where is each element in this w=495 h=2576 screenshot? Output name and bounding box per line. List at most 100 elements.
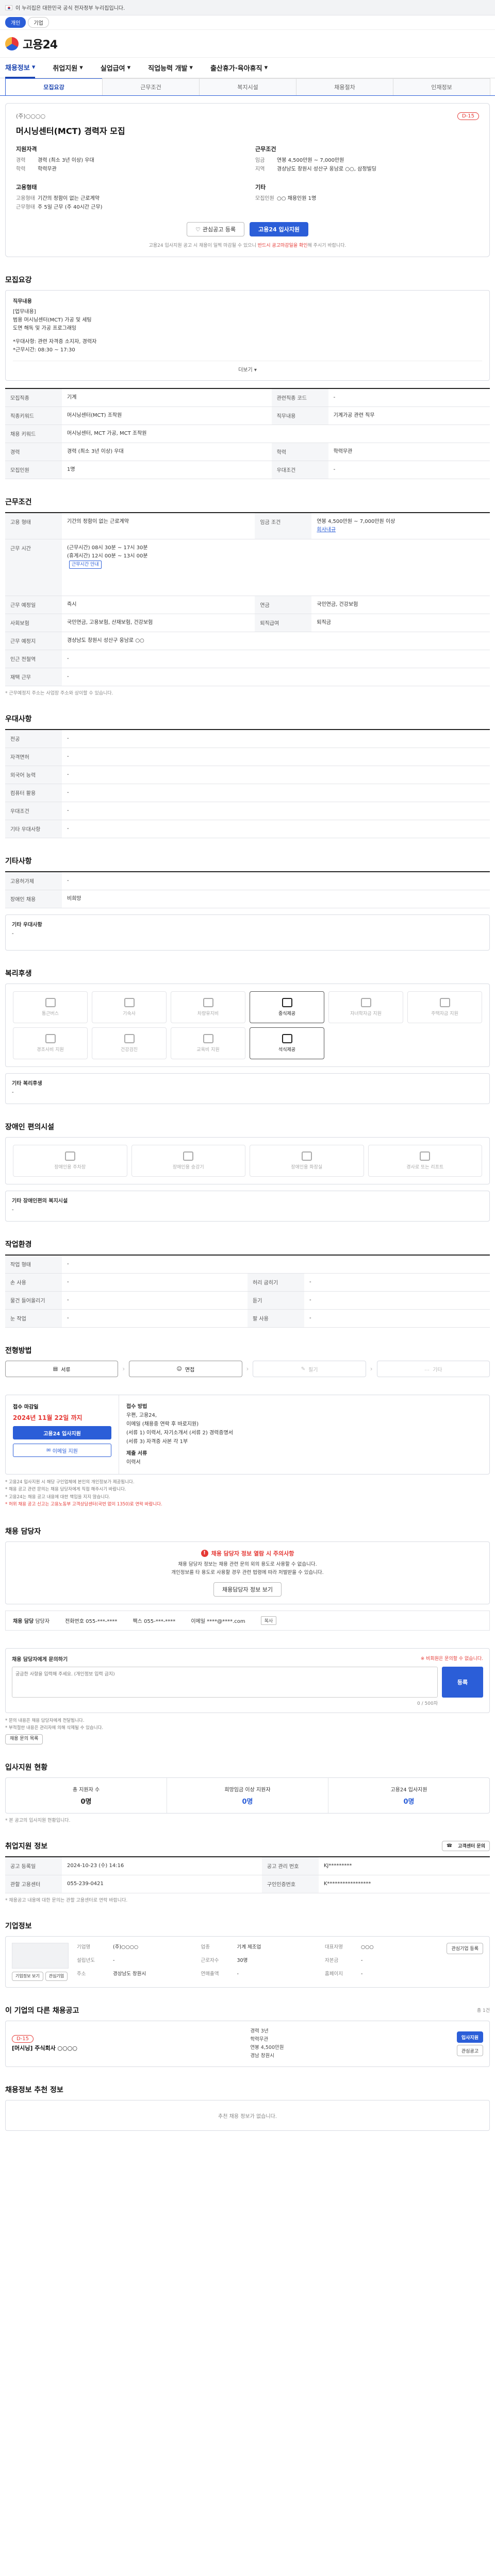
welfare-item: 통근버스: [13, 991, 88, 1023]
agency-table: 공고 등록일 2024-10-23 (수) 14:16 공고 관리 번호 KJ****…: [5, 1856, 490, 1893]
email-apply-button[interactable]: ✉ 이메일 지원: [13, 1444, 111, 1457]
nav-item-support[interactable]: 취업지원 ▾: [53, 63, 82, 73]
etc-icon: …: [424, 1366, 430, 1372]
mail-icon: ✉: [46, 1447, 51, 1453]
recruit-table: 모집직종 기계 관련직종 코드 - 직종키워드 머시닝센터(MCT) 조작원 직무내용 기계…: [5, 388, 490, 479]
welfare-label: 경조사비 지원: [37, 1047, 64, 1053]
tab-talent[interactable]: 인재정보: [393, 78, 490, 95]
facility-label: 경사로 또는 리프트: [406, 1165, 444, 1170]
welfare-item: 건강검진: [92, 1027, 167, 1059]
document-icon: ▤: [53, 1366, 58, 1372]
show-contact-button[interactable]: 채용담당자 정보 보기: [213, 1582, 282, 1597]
company-logo: [12, 1942, 69, 1969]
user-type-business[interactable]: 기업: [28, 17, 49, 28]
warning-icon: !: [201, 1549, 208, 1557]
customer-center-button[interactable]: ☎ 고객센터 문의: [441, 1840, 490, 1851]
copy-button[interactable]: 복사: [260, 1616, 277, 1625]
apply-button-2[interactable]: 고용24 입사지원: [13, 1426, 111, 1439]
chevron-down-icon: ▾: [127, 64, 131, 72]
tab-welfare[interactable]: 복지시설: [199, 78, 296, 95]
employment-block: 고용형태 고용형태 기간의 정함이 없는 근로계약 근무형태 주 5일 근무 (주 …: [16, 184, 103, 210]
welfare-icons: 통근버스 기숙사 차량유지비 중식제공 자녀학자금 지원 주택자금 지원 경조사비 지원 건강…: [13, 991, 482, 1059]
work-hours-tag[interactable]: 근무시간 안내: [69, 561, 102, 569]
tab-work[interactable]: 근무조건: [102, 78, 200, 95]
prefer-table: 전공 - 자격면허 - 외국어 능력 - 컴퓨터 활용 - 우대조건 - 기타 우대사항 -: [5, 729, 490, 838]
welfare-memo: 기타 복리후생 -: [5, 1073, 490, 1104]
recommend-section: 채용정보 추천 정보 추천 채용 정보가 없습니다.: [5, 2084, 490, 2131]
gov-banner: 이 누리집은 대한민국 공식 전자정부 누리집입니다.: [0, 0, 495, 15]
applicants-section: 입사지원 현황 총 지원자 수 0명 희망임금 이상 지원자 0명 고용24 입사지…: [5, 1762, 490, 1823]
wage-info-link[interactable]: 회사내규: [317, 527, 336, 533]
apply-section: 접수 마감일 2024년 11월 22일 까지 고용24 입사지원 ✉ 이메일 …: [5, 1395, 490, 1509]
contact-warning: ! 채용 담당자 정보 열람 시 주의사항 채용 담당자 정보는 채용 관련 문의…: [5, 1541, 490, 1605]
fav-company-button[interactable]: 관심기업: [45, 1971, 68, 1981]
accessibility-icon: [64, 1151, 75, 1161]
work-section: 근무조건 고용 형태 기간의 정함이 없는 근로계약 임금 조건 연봉 4,500만원…: [5, 497, 490, 696]
recruit-section: 모집요강 직무내용 [업무내용] 범용 머시닝센터(MCT) 가공 및 세팅 도…: [5, 275, 490, 479]
qualification-block: 지원자격 경력 경력 (최소 3년 이상) 우대 학력 학력무관: [16, 146, 94, 172]
welfare-icon: [45, 1034, 56, 1043]
other-job-apply-button[interactable]: 입사지원: [456, 2031, 483, 2043]
welfare-icon: [45, 998, 56, 1007]
section-title: 채용정보 추천 정보: [5, 2086, 63, 2095]
section-title: 입사지원 현황: [5, 1763, 48, 1772]
tab-recruit[interactable]: 모집요강: [5, 78, 103, 95]
welfare-label: 교육비 지원: [196, 1047, 220, 1053]
contact-info-row: 채용 담당 담당자 전화번호 055-***-**** 팩스 055-***-*…: [5, 1611, 490, 1631]
user-type-personal[interactable]: 개인: [5, 17, 26, 28]
disability-section: 장애인 편의시설 장애인용 주차장 장애인용 승강기 장애인용 화장실 경사로 또는 …: [5, 1122, 490, 1222]
char-count: 0 / 500자: [417, 1701, 438, 1707]
welfare-icon: [203, 1034, 213, 1043]
logo-icon[interactable]: [5, 37, 19, 50]
nav-item-training[interactable]: 직업능력 개발 ▾: [148, 63, 193, 73]
section-title: 기업정보: [5, 1922, 32, 1930]
env-table: 작업 형태 - 손 사용 - 허리 굽히기 - 물건 들어올리기 - 듣기 - 눈 작업 - 팔 …: [5, 1255, 490, 1328]
facility-item: 경사로 또는 리프트: [368, 1145, 482, 1177]
company-info-button[interactable]: 기업정보 보기: [12, 1971, 43, 1981]
inquiry-input[interactable]: [12, 1667, 438, 1698]
interview-icon: ☺: [176, 1366, 182, 1372]
company-name[interactable]: (주)○○○○: [16, 112, 45, 120]
section-title: 채용 담당자: [5, 1527, 41, 1536]
other-section: 기타사항 고용허가제 - 장애인 채용 비희망 기타 우대사항 -: [5, 856, 490, 951]
nav-item-leave[interactable]: 출산휴가·육아휴직 ▾: [210, 63, 268, 73]
process-steps: ▤ 서류 › ☺ 면접 › ✎ 필기 › … 기타: [5, 1361, 490, 1377]
chevron-down-icon: ▾: [254, 367, 257, 373]
other-job-save-button[interactable]: 관심공고: [456, 2045, 483, 2057]
welfare-section: 복리후생 통근버스 기숙사 차량유지비 중식제공 자녀학자금 지원 주택자금 지원 경조사비…: [5, 968, 490, 1104]
welfare-label: 석식제공: [278, 1047, 296, 1053]
agency-section: 취업지원 정보 ☎ 고객센터 문의 공고 등록일 2024-10-23 (수) 14…: [5, 1840, 490, 1903]
inquiry-list-button[interactable]: 채용 문의 목록: [5, 1734, 43, 1744]
step-interview: ☺ 면접: [129, 1361, 242, 1377]
other-job-card[interactable]: D-15 [머시닝] 주식회사 ○○○○ 경력 3년 학력무관 연봉 4,500…: [5, 2020, 490, 2067]
section-title: 이 기업의 다른 채용공고: [5, 2006, 79, 2015]
facility-item: 장애인용 주차장: [13, 1145, 127, 1177]
inquiry-submit-button[interactable]: 등록: [442, 1667, 483, 1698]
heart-icon: ♡: [195, 226, 201, 233]
env-section: 작업환경 작업 형태 - 손 사용 - 허리 굽히기 - 물건 들어올리기 - 듣기 - 눈 …: [5, 1239, 490, 1328]
tab-process[interactable]: 채용절차: [296, 78, 393, 95]
apply-button[interactable]: 고용24 입사지원: [250, 222, 308, 236]
section-title: 취업지원 정보: [5, 1842, 48, 1851]
disability-memo: 기타 장애인편의 복지시설 -: [5, 1191, 490, 1222]
welfare-item: 차량유지비: [171, 991, 245, 1023]
nav-item-jobs[interactable]: 채용정보 ▾: [5, 58, 36, 78]
welfare-label: 건강검진: [120, 1047, 138, 1053]
logo-text[interactable]: 고용24: [23, 36, 58, 52]
section-title: 전형방법: [5, 1347, 32, 1355]
section-title: 장애인 편의시설: [5, 1123, 55, 1131]
etc-block: 기타 모집인원 ○○ 채용인원 1명: [255, 184, 317, 201]
section-title: 모집요강: [5, 276, 32, 284]
welfare-icon: [124, 1034, 135, 1043]
welfare-icon: [439, 998, 450, 1007]
deadline-date: 2024년 11월 22일 까지: [13, 1414, 82, 1421]
save-job-button[interactable]: ♡ 관심공고 등록: [187, 222, 245, 236]
nav-item-unemployment[interactable]: 실업급여 ▾: [101, 63, 130, 73]
other-memo: 기타 우대사항 -: [5, 914, 490, 951]
condition-block: 근무조건 임금 연봉 4,500만원 ~ 7,000만원 지역 경상남도 창원시 성…: [255, 146, 376, 172]
job-description-box: 직무내용 [업무내용] 범용 머시닝센터(MCT) 가공 및 세팅 도면 해독 …: [5, 290, 490, 381]
fav-company-register-button[interactable]: 관심기업 등록: [447, 1942, 483, 1954]
more-button[interactable]: 더보기 ▾: [13, 361, 482, 373]
other-jobs-section: 이 기업의 다른 채용공고 총 1건 D-15 [머시닝] 주식회사 ○○○○ 경…: [5, 2005, 490, 2067]
accessibility-icon: [183, 1151, 194, 1161]
